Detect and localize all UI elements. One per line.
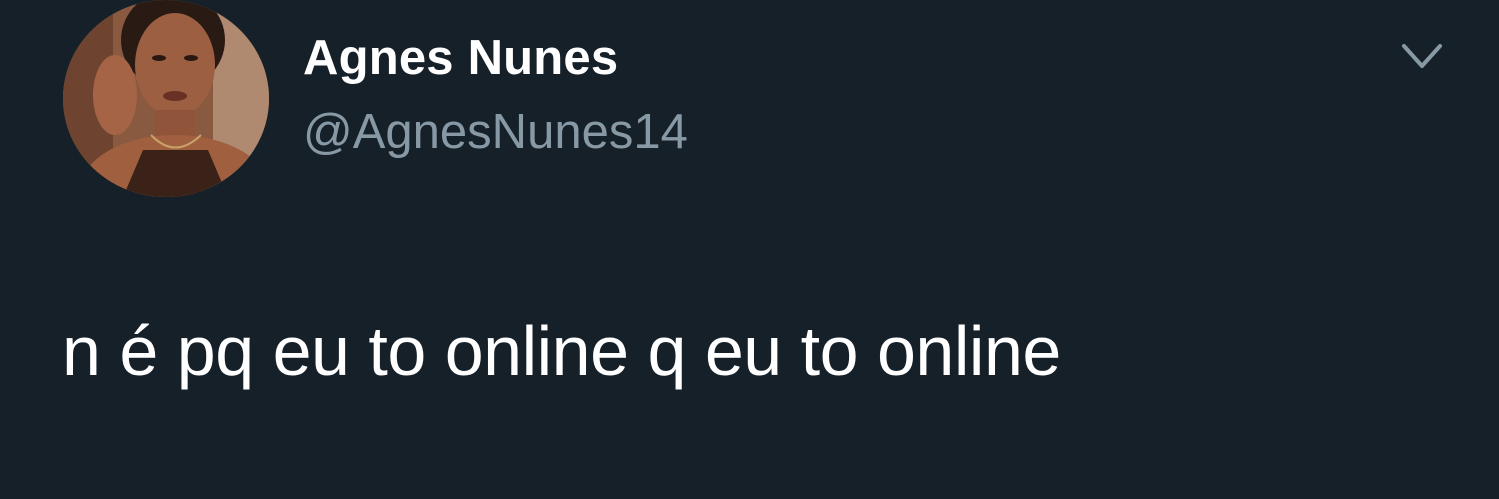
- user-handle[interactable]: @AgnesNunes14: [303, 104, 688, 160]
- display-name[interactable]: Agnes Nunes: [303, 30, 618, 86]
- profile-photo-icon: [63, 0, 269, 197]
- tweet-card: Agnes Nunes @AgnesNunes14 n é pq eu to o…: [0, 0, 1499, 499]
- avatar[interactable]: [63, 0, 269, 197]
- tweet-text: n é pq eu to online q eu to online: [62, 312, 1061, 390]
- chevron-down-icon[interactable]: [1396, 36, 1448, 76]
